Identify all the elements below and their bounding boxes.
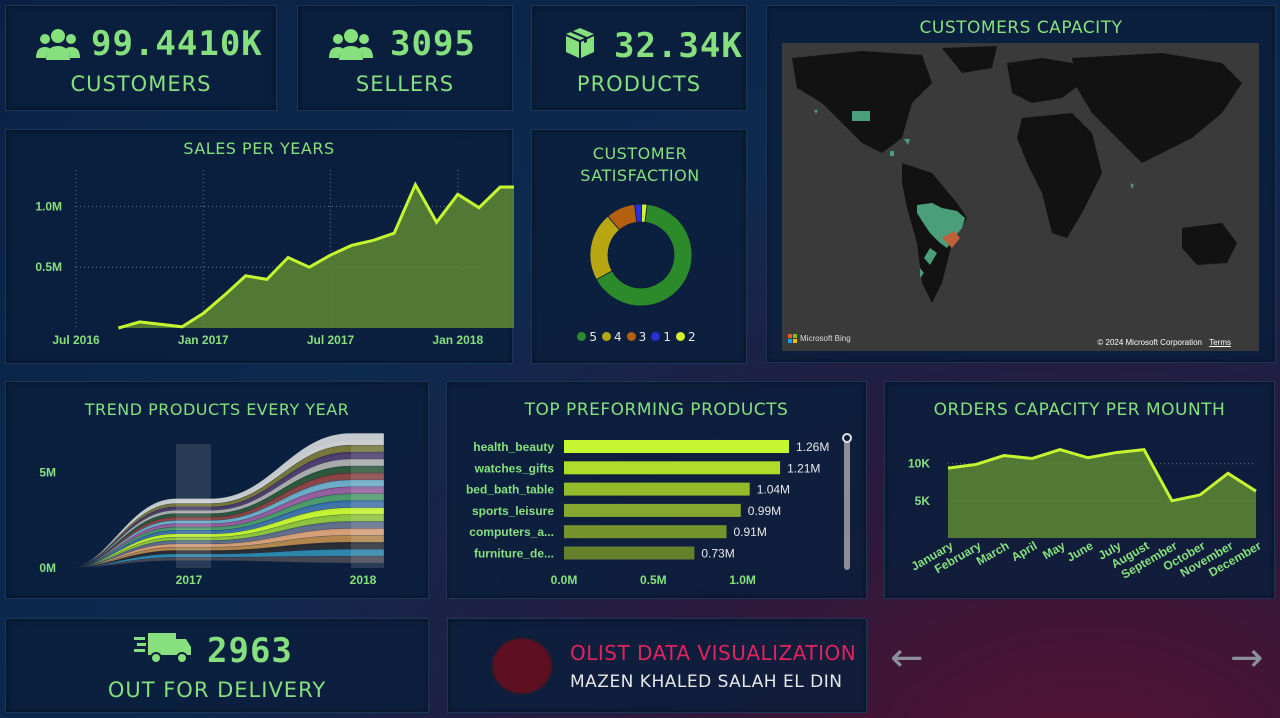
bar-category-label: furniture_de... — [474, 547, 554, 561]
bar-bed_bath_table — [564, 482, 750, 496]
footer-author: MAZEN KHALED SALAH EL DIN — [570, 672, 843, 692]
legend-label: 5 — [589, 329, 598, 344]
legend-label: 1 — [663, 329, 671, 344]
legend-swatch — [602, 332, 612, 341]
bar-category-label: sports_leisure — [472, 504, 554, 518]
orders-x-tick: June — [1064, 538, 1096, 564]
bar-sports_leisure — [564, 503, 741, 517]
bar-watches_gifts — [564, 461, 781, 475]
legend-label: 3 — [638, 329, 647, 344]
delivery-kpi-card: 2963 OUT FOR DELIVERY — [5, 618, 429, 713]
top-products-card: TOP PREFORMING PRODUCTS health_beauty 1.2… — [446, 381, 867, 599]
orders-area — [948, 449, 1256, 538]
sales-y-tick: 0.5M — [35, 260, 62, 274]
bar-value-label: 0.91M — [734, 525, 767, 539]
products-value: 32.34K — [614, 26, 743, 66]
bar-x-tick: 1.0M — [729, 573, 756, 587]
sales-x-tick: Jul 2016 — [52, 333, 100, 347]
bar-value-label: 1.26M — [796, 440, 829, 454]
bar-x-tick: 0.5M — [640, 573, 667, 587]
legend-item-3[interactable]: 3 — [626, 329, 647, 344]
orders-chart-card: ORDERS CAPACITY PER MOUNTH 5K 10K January F… — [884, 381, 1275, 599]
sales-x-tick: Jul 2017 — [307, 333, 355, 347]
sales-x-tick: Jan 2018 — [432, 333, 483, 347]
legend-item-1[interactable]: 1 — [651, 330, 671, 344]
trend-x-tick: 2017 — [176, 573, 203, 587]
author-avatar — [491, 637, 553, 695]
sellers-label: SELLERS — [355, 72, 455, 96]
bar-x-tick: 0.0M — [551, 573, 578, 587]
products-kpi-card: 32.34K PRODUCTS — [531, 5, 747, 111]
bar-computers_a... — [564, 525, 727, 539]
sellers-kpi-card: 3095 SELLERS — [297, 5, 513, 111]
bar-value-label: 1.21M — [787, 461, 820, 475]
bar-category-label: health_beauty — [473, 440, 554, 454]
box-icon — [566, 28, 594, 58]
chart-scrollbar-thumb[interactable] — [842, 433, 852, 443]
bar-value-label: 0.73M — [701, 547, 734, 561]
satisfaction-chart-card: CUSTOMER SATISFACTION 54312 — [531, 129, 747, 364]
customers-label: CUSTOMERS — [70, 72, 212, 96]
trend-highlight-2018 — [351, 444, 384, 568]
bar-health_beauty — [564, 440, 789, 453]
bar-category-label: bed_bath_table — [466, 483, 554, 497]
bar-furniture_de... — [564, 546, 695, 560]
orders-x-tick: May — [1040, 538, 1067, 562]
next-page-arrow[interactable]: → — [1230, 638, 1264, 678]
sales-chart[interactable]: 0.5M 1.0M Jul 2016 Jan 2017 Jul 2017 Jan 2018… — [6, 130, 514, 365]
orders-x-tick: April — [1009, 538, 1040, 564]
map-copyright: © 2024 Microsoft Corporation Terms — [1097, 338, 1231, 347]
trend-y-tick: 5M — [39, 466, 56, 480]
sales-y-tick: 1.0M — [35, 199, 62, 213]
legend-item-4[interactable]: 4 — [602, 330, 622, 344]
orders-y-tick: 10K — [908, 457, 930, 471]
trend-x-tick: 2018 — [350, 573, 377, 587]
delivery-value: 2963 — [207, 631, 293, 671]
world-map[interactable]: Microsoft Bing © 2024 Microsoft Corporat… — [782, 43, 1259, 351]
orders-x-tick: March — [974, 538, 1012, 568]
legend-swatch — [577, 332, 587, 341]
legend-swatch — [651, 332, 661, 341]
chart-scrollbar[interactable] — [844, 434, 850, 570]
customers-kpi-card: 99.4410K CUSTOMERS — [5, 5, 277, 111]
map-title: CUSTOMERS CAPACITY — [919, 18, 1123, 38]
map-provider: Microsoft Bing — [800, 334, 851, 343]
bar-category-label: watches_gifts — [474, 461, 555, 475]
orders-chart[interactable]: 5K10KJanuaryFebruaryMarchApril MayJune Jul… — [885, 382, 1276, 600]
trend-y-tick: 0M — [39, 561, 56, 575]
delivery-label: OUT FOR DELIVERY — [107, 678, 327, 702]
customers-value: 99.4410K — [91, 24, 263, 64]
map-terms-link[interactable]: Terms — [1209, 338, 1231, 347]
bing-logo: Microsoft Bing — [788, 334, 851, 343]
sales-chart-card: SALES PER YEARS 0.5M 1.0M Jul 2016 Jan 2017… — [5, 129, 514, 365]
users-icon — [329, 29, 373, 60]
orders-y-tick: 5K — [915, 494, 931, 508]
customers-map-card: CUSTOMERS CAPACITY Microsoft Bing © 2024… — [766, 5, 1276, 363]
users-icon — [36, 29, 80, 60]
legend-swatch — [675, 332, 685, 341]
footer-card: OLIST DATA VISUALIZATION MAZEN KHALED SA… — [447, 618, 867, 713]
satisfaction-slice-4 — [589, 215, 621, 281]
legend-item-2[interactable]: 2 — [675, 329, 696, 344]
bar-category-label: computers_a... — [469, 525, 554, 539]
trend-chart-card: TREND PRODUCTS EVERY YEAR 5M 0M 2017 2018 — [5, 381, 429, 599]
map-copyright-text: © 2024 Microsoft Corporation — [1097, 338, 1202, 347]
bar-value-label: 0.99M — [748, 504, 781, 518]
legend-swatch — [626, 332, 636, 341]
legend-item-5[interactable]: 5 — [577, 330, 597, 344]
products-label: PRODUCTS — [576, 72, 702, 96]
legend-label: 4 — [614, 329, 622, 344]
sales-x-tick: Jan 2017 — [178, 333, 229, 347]
bar-value-label: 1.04M — [757, 483, 790, 497]
satisfaction-legend: 5 4 3 1 2 — [532, 326, 746, 345]
footer-title: OLIST DATA VISUALIZATION — [570, 641, 857, 665]
trend-highlight-2017 — [176, 444, 211, 568]
top-products-chart[interactable]: health_beauty 1.26M watches_gifts 1.21M bed_… — [447, 382, 868, 600]
legend-label: 2 — [687, 329, 696, 344]
previous-page-arrow[interactable]: ← — [890, 638, 924, 678]
sellers-value: 3095 — [390, 24, 476, 64]
truck-icon — [134, 633, 191, 664]
trend-chart[interactable]: 5M 0M 2017 2018 — [6, 382, 430, 600]
